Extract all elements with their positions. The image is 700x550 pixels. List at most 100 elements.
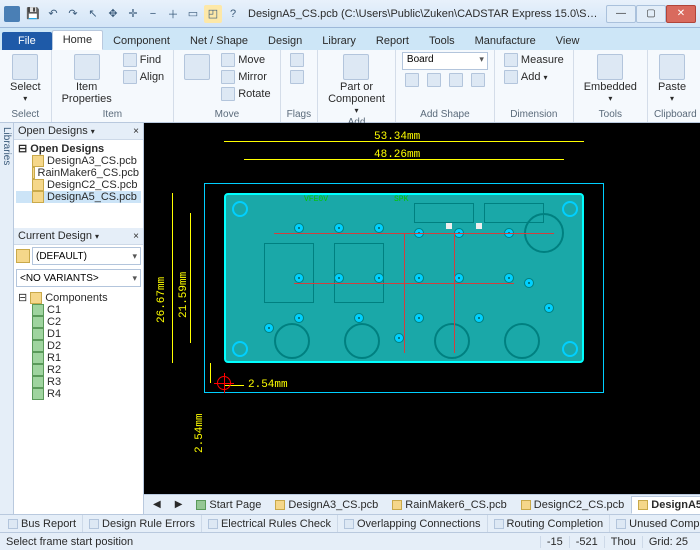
properties-icon	[74, 54, 100, 80]
add-part-button[interactable]: Part or Component▾	[324, 52, 389, 117]
component-item[interactable]: R3	[16, 376, 141, 388]
qat-undo-icon[interactable]: ↶	[44, 5, 62, 23]
qat-pointer-icon[interactable]: ↖	[84, 5, 102, 23]
open-designs-header: Open Designs▾×	[14, 123, 143, 140]
file-icon	[32, 179, 44, 191]
qat-redo-icon[interactable]: ↷	[64, 5, 82, 23]
component-item[interactable]: R1	[16, 352, 141, 364]
component-item[interactable]: R4	[16, 388, 141, 400]
qat-cross-icon[interactable]: ✛	[124, 5, 142, 23]
shape-rect-button[interactable]	[424, 72, 444, 88]
tab-design[interactable]: Design	[258, 32, 312, 50]
component-item[interactable]: D1	[16, 328, 141, 340]
component-item[interactable]: C1	[16, 304, 141, 316]
qat-zoom-out-icon[interactable]: −	[144, 5, 162, 23]
shape-circle-button[interactable]	[446, 72, 466, 88]
doc-tab-active[interactable]: DesignA5_CS.pcb	[631, 496, 700, 514]
qat-pan-icon[interactable]: ✥	[104, 5, 122, 23]
dim-line	[210, 363, 211, 383]
find-button[interactable]: Find	[120, 52, 167, 68]
tab-tools[interactable]: Tools	[419, 32, 465, 50]
report-tab[interactable]: Electrical Rules Check	[202, 515, 338, 532]
design-item[interactable]: DesignC2_CS.pcb	[16, 179, 141, 191]
mount-hole	[562, 201, 578, 217]
tab-net-shape[interactable]: Net / Shape	[180, 32, 258, 50]
comp-icon	[32, 352, 44, 364]
measure-button[interactable]: Measure	[501, 52, 567, 68]
doc-tab[interactable]: DesignA3_CS.pcb	[268, 496, 385, 514]
doc-tab[interactable]: RainMaker6_CS.pcb	[385, 496, 514, 514]
comp-icon	[32, 316, 44, 328]
panel-close-icon[interactable]: ×	[133, 126, 139, 137]
move-button-large[interactable]	[180, 52, 214, 82]
dim-width-outer: 53.34mm	[374, 131, 420, 143]
tab-component[interactable]: Component	[103, 32, 180, 50]
status-y: -521	[569, 536, 604, 548]
line-icon	[405, 73, 419, 87]
move-button[interactable]: Move	[218, 52, 273, 68]
trace	[454, 233, 455, 353]
qat-zoom-sel-icon[interactable]: ◰	[204, 5, 222, 23]
report-icon	[494, 519, 504, 529]
maximize-button[interactable]: ▢	[636, 5, 666, 23]
rotate-button[interactable]: Rotate	[218, 86, 273, 102]
paste-button[interactable]: Paste▾	[654, 52, 690, 105]
origin-marker	[217, 376, 231, 390]
item-properties-button[interactable]: Item Properties	[58, 52, 116, 107]
embedded-button[interactable]: Embedded▾	[580, 52, 641, 105]
file-tab[interactable]: File	[2, 32, 52, 50]
via	[294, 273, 304, 283]
group-add: Part or Component▾ Add	[318, 50, 396, 122]
variants-select[interactable]: <NO VARIANTS>	[16, 269, 141, 287]
libraries-tab[interactable]: Libraries	[0, 123, 14, 514]
report-tab[interactable]: Bus Report	[2, 515, 83, 532]
shape-type-select[interactable]: Board	[402, 52, 488, 70]
component-item[interactable]: R2	[16, 364, 141, 376]
shape-poly-button[interactable]	[468, 72, 488, 88]
report-tab[interactable]: Overlapping Connections	[338, 515, 488, 532]
default-select[interactable]: (DEFAULT)	[32, 247, 141, 265]
panel-close-icon[interactable]: ×	[133, 231, 139, 242]
report-tab[interactable]: Design Rule Errors	[83, 515, 202, 532]
ribbon-tabs: File Home Component Net / Shape Design L…	[0, 28, 700, 50]
doc-tab-start[interactable]: Start Page	[189, 496, 268, 514]
flag-1-button[interactable]	[287, 52, 307, 68]
tree-root[interactable]: ⊟Open Designs	[16, 142, 141, 155]
report-icon	[616, 519, 626, 529]
tab-home[interactable]: Home	[52, 30, 103, 50]
report-tab[interactable]: Routing Completion	[488, 515, 611, 532]
design-item[interactable]: DesignA5_CS.pcb	[16, 191, 141, 203]
poly-icon	[471, 73, 485, 87]
via	[334, 223, 344, 233]
close-button[interactable]: ✕	[666, 5, 696, 23]
pcb-canvas[interactable]: VFE0V SPK 53.34mm 48.26mm 26.67mm 21.59m…	[144, 123, 700, 494]
report-icon	[208, 519, 218, 529]
component-item[interactable]: D2	[16, 340, 141, 352]
doc-nav-prev[interactable]: ◀	[146, 496, 168, 513]
doc-tab[interactable]: DesignC2_CS.pcb	[514, 496, 632, 514]
design-item[interactable]: RainMaker6_CS.pcb	[16, 167, 141, 179]
file-icon	[275, 500, 285, 510]
tab-report[interactable]: Report	[366, 32, 419, 50]
qat-zoom-fit-icon[interactable]: ▭	[184, 5, 202, 23]
shape-line-button[interactable]	[402, 72, 422, 88]
qat-save-icon[interactable]: 💾	[24, 5, 42, 23]
components-node[interactable]: ⊟Components	[16, 291, 141, 304]
tab-view[interactable]: View	[546, 32, 590, 50]
component-item[interactable]: C2	[16, 316, 141, 328]
flag-2-button[interactable]	[287, 69, 307, 85]
status-x: -15	[540, 536, 569, 548]
align-button[interactable]: Align	[120, 69, 167, 85]
mirror-button[interactable]: Mirror	[218, 69, 273, 85]
tab-manufacture[interactable]: Manufacture	[465, 32, 546, 50]
tab-library[interactable]: Library	[312, 32, 366, 50]
qat-zoom-in-icon[interactable]: ＋	[164, 5, 182, 23]
qat-help-icon[interactable]: ?	[224, 5, 242, 23]
design-item[interactable]: DesignA3_CS.pcb	[16, 155, 141, 167]
report-tab[interactable]: Unused Compone	[610, 515, 700, 532]
select-button[interactable]: Select▾	[6, 52, 45, 105]
minimize-button[interactable]: —	[606, 5, 636, 23]
doc-nav-next[interactable]: ▶	[168, 496, 190, 513]
dim-add-button[interactable]: Add ▾	[501, 69, 567, 85]
via	[394, 333, 404, 343]
